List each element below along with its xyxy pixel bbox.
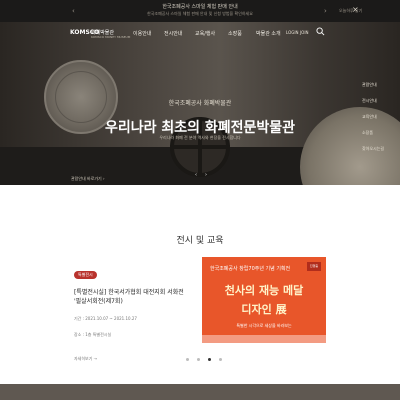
side-menu-item[interactable]: 소장품	[362, 130, 400, 136]
card-title[interactable]: [특별전시실] 한국서가협회 대전지회 서화전 '필살서회전(제7회)	[74, 288, 189, 306]
carousel-dots	[186, 346, 225, 365]
hero-banner: KOMSCO 화폐박물관 KOMSCO MONEY MUSEUM 이용안내 전시…	[0, 22, 400, 185]
notice-today-close[interactable]: 오늘하루 닫기	[339, 8, 362, 14]
card-tag: 특별전시	[74, 271, 97, 279]
side-menu-item[interactable]: 교육안내	[362, 114, 400, 120]
card-place: 장소 : 1층 특별전시실	[74, 332, 112, 337]
poster-top: 한국조폐공사 창립70주년 기념 기획전	[210, 266, 291, 272]
card-more-link[interactable]: 자세히보기 →	[74, 356, 189, 362]
nav-item-guide[interactable]: 이용안내	[133, 30, 151, 37]
footer-band	[0, 384, 400, 400]
nav-item-about[interactable]: 박물관 소개	[256, 30, 281, 37]
notice-bar: ‹ 한국조폐공사 스마일 체험 판매 안내 한국조폐공사 스마일 체험 판매 안…	[0, 0, 400, 22]
hero-guide-link[interactable]: 관람안내 바로가기 ›	[71, 176, 105, 182]
card-date: 기간 : 2021.10.07 ~ 2021.10.27	[74, 316, 137, 321]
poster-bar	[202, 335, 326, 343]
hero-subtitle: 한국조폐공사 화폐박물관	[168, 100, 232, 107]
side-menu-item[interactable]: 찾아오시는길	[362, 146, 400, 152]
nav-item-collection[interactable]: 소장품	[228, 30, 242, 37]
logo-sub: KOMSCO MONEY MUSEUM	[91, 35, 131, 39]
nav-item-exhibition[interactable]: 전시안내	[164, 30, 182, 37]
login-link[interactable]: LOGIN	[286, 30, 299, 35]
carousel-dot-active[interactable]	[208, 358, 212, 361]
poster-title-line2: 디자인 展	[241, 303, 287, 316]
poster-badge: 진행중	[307, 262, 321, 271]
slide-next-icon[interactable]: ›	[200, 172, 212, 182]
coin-ring	[55, 71, 107, 123]
nav-item-education[interactable]: 교육/행사	[195, 30, 215, 37]
notice-next-icon[interactable]: ›	[324, 7, 327, 15]
close-icon[interactable]: ×	[352, 5, 359, 14]
section-title: 전시 및 교육	[176, 236, 224, 246]
side-menu-item[interactable]: 관람안내	[362, 82, 400, 88]
carousel-dot[interactable]	[197, 358, 201, 361]
search-icon[interactable]	[316, 27, 325, 36]
exhibition-card[interactable]: 특별전시 [특별전시실] 한국서가협회 대전지회 서화전 '필살서회전(제7회)…	[74, 261, 189, 362]
exhibition-poster[interactable]: 한국조폐공사 창립70주년 기념 기획전 진행중 천사의 재능 메달 디자인 展…	[202, 257, 326, 343]
carousel-dot[interactable]	[186, 358, 189, 361]
hero-title: 우리나라 최초의 화폐전문박물관	[104, 120, 296, 136]
poster-title-line1: 천사의 재능 메달	[224, 284, 304, 297]
hero-desc: 우리나라 화폐 전 분야 역사와 현장을 전시합니다	[159, 135, 241, 140]
join-link[interactable]: JOIN	[300, 30, 309, 35]
side-menu: 관람안내 전시안내 교육안내 소장품 찾아오시는길	[362, 82, 400, 162]
header: KOMSCO 화폐박물관 KOMSCO MONEY MUSEUM 이용안내 전시…	[0, 22, 400, 42]
carousel-dot[interactable]	[219, 358, 223, 361]
side-menu-item[interactable]: 전시안내	[362, 98, 400, 104]
poster-desc: 특별한 시각으로 세상을 바라보는	[236, 323, 292, 328]
